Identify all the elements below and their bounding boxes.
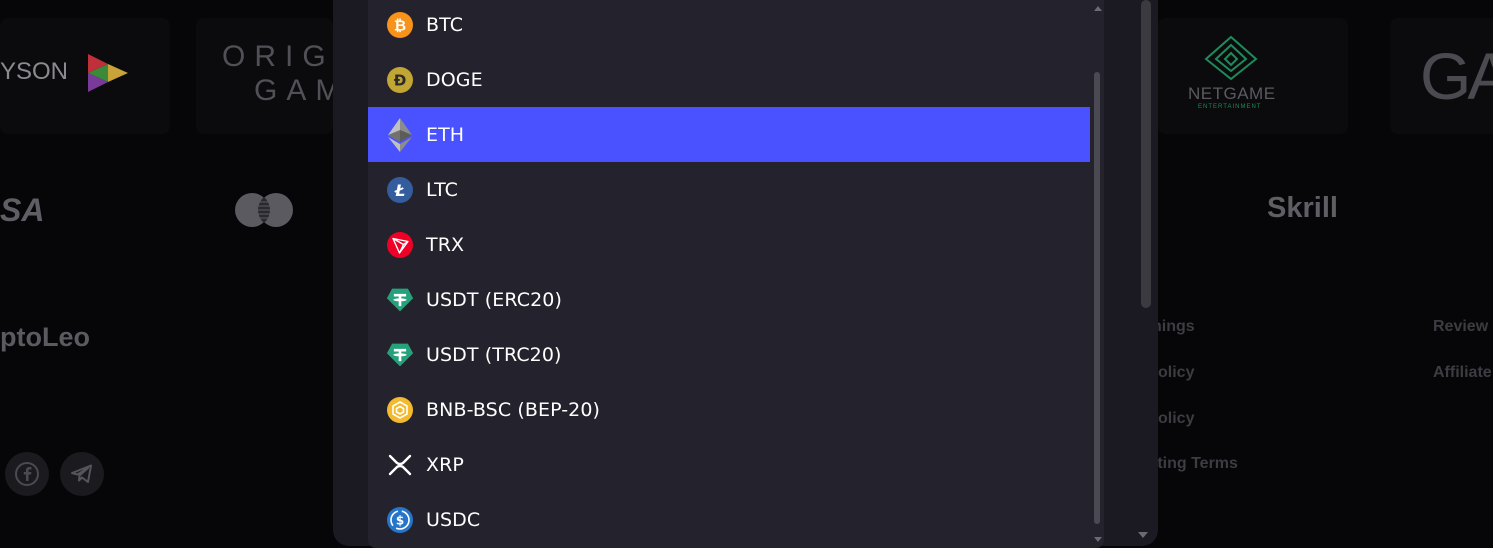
footer-link[interactable]: tting Terms: [1152, 455, 1238, 473]
usdt-icon: [386, 341, 414, 369]
page: YSON ORIG GAM NETGAME ENTERTAINMENT GA S…: [0, 0, 1493, 548]
provider-name: NETGAME: [1188, 84, 1276, 103]
footer-link[interactable]: olicy: [1158, 364, 1194, 382]
doge-icon: Ð: [386, 66, 414, 94]
xrp-icon: [386, 451, 414, 479]
currency-dropdown[interactable]: ₿ BTC Ð DOGE ETH Ł LTC TRX USDT (ERC20) …: [368, 0, 1104, 548]
option-ltc[interactable]: Ł LTC: [368, 162, 1090, 217]
ltc-icon: Ł: [386, 176, 414, 204]
provider-tile[interactable]: NETGAME ENTERTAINMENT: [1158, 18, 1348, 134]
svg-text:₿: ₿: [394, 16, 406, 34]
scroll-down-arrow-icon[interactable]: [1094, 537, 1102, 542]
option-label: USDC: [426, 508, 481, 531]
dropdown-scrollbar-thumb[interactable]: [1094, 72, 1100, 524]
provider-name: YSON: [0, 58, 69, 85]
option-usdt-erc20[interactable]: USDT (ERC20): [368, 272, 1090, 327]
svg-text:$: $: [396, 513, 404, 527]
provider-name: ORIG: [222, 40, 335, 73]
footer-link[interactable]: nings: [1152, 318, 1195, 336]
option-label: USDT (ERC20): [426, 288, 562, 311]
option-xrp[interactable]: XRP: [368, 437, 1090, 492]
footer-link[interactable]: Review: [1433, 318, 1488, 336]
option-label: ETH: [426, 123, 465, 146]
provider-subtext: ENTERTAINMENT: [1198, 104, 1262, 110]
footer-link[interactable]: Affiliate: [1433, 364, 1492, 382]
option-label: DOGE: [426, 68, 483, 91]
brand-logo: ptoLeo: [0, 322, 90, 352]
option-label: XRP: [426, 453, 464, 476]
telegram-button[interactable]: [60, 452, 104, 496]
option-label: LTC: [426, 178, 459, 201]
telegram-icon: [71, 464, 92, 483]
provider-name: GA: [1420, 39, 1493, 113]
option-usdt-trc20[interactable]: USDT (TRC20): [368, 327, 1090, 382]
footer-link[interactable]: olicy: [1158, 410, 1194, 428]
option-label: USDT (TRC20): [426, 343, 562, 366]
option-usdc[interactable]: $ USDC: [368, 492, 1090, 547]
bnb-icon: [386, 396, 414, 424]
provider-logo-icon: [88, 54, 128, 92]
facebook-button[interactable]: [5, 452, 49, 496]
option-trx[interactable]: TRX: [368, 217, 1090, 272]
option-doge[interactable]: Ð DOGE: [368, 52, 1090, 107]
usdt-icon: [386, 286, 414, 314]
visa-logo: SA: [0, 192, 45, 228]
provider-tile[interactable]: YSON: [0, 18, 170, 134]
option-btc[interactable]: ₿ BTC: [368, 0, 1090, 52]
netgame-logo-icon: [1204, 35, 1258, 81]
modal-scroll-down-arrow-icon[interactable]: [1138, 532, 1148, 538]
option-bnb-bsc[interactable]: BNB-BSC (BEP-20): [368, 382, 1090, 437]
svg-text:Ł: Ł: [394, 181, 406, 200]
trx-icon: [386, 231, 414, 259]
usdc-icon: $: [386, 506, 414, 534]
eth-icon: [386, 117, 414, 152]
option-label: BNB-BSC (BEP-20): [426, 398, 601, 421]
mastercard-icon: [235, 193, 293, 227]
option-label: TRX: [426, 233, 465, 256]
facebook-icon: [15, 462, 39, 486]
btc-icon: ₿: [386, 11, 414, 39]
option-eth[interactable]: ETH: [368, 107, 1090, 162]
modal-scrollbar-thumb[interactable]: [1141, 0, 1151, 308]
option-label: BTC: [426, 13, 464, 36]
scroll-up-arrow-icon[interactable]: [1094, 6, 1102, 11]
provider-tile[interactable]: ORIG GAM: [196, 18, 340, 134]
skrill-logo: Skrill: [1267, 192, 1338, 224]
provider-tile[interactable]: GA: [1390, 18, 1493, 134]
svg-text:Ð: Ð: [394, 71, 407, 89]
